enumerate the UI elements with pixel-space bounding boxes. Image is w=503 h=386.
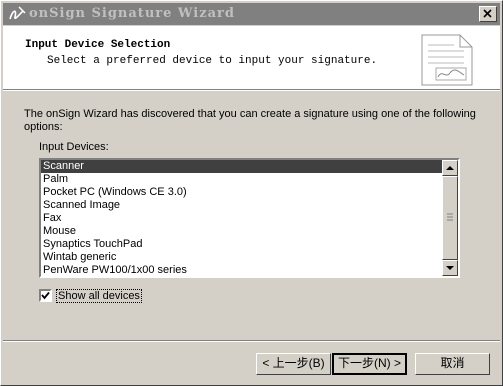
- header-divider: [3, 90, 500, 91]
- show-all-devices-checkbox[interactable]: [39, 289, 52, 302]
- wizard-window: onSign Signature Wizard Input Device Sel…: [0, 0, 503, 386]
- signature-pen-icon: [9, 6, 26, 20]
- show-all-devices-label[interactable]: Show all devices: [56, 289, 142, 303]
- close-icon: [483, 9, 492, 18]
- scroll-up-button[interactable]: [442, 160, 458, 176]
- grip-icon: [447, 213, 453, 221]
- window-title: onSign Signature Wizard: [29, 6, 235, 21]
- close-button[interactable]: [479, 6, 497, 22]
- device-list-item[interactable]: Wintab generic: [41, 251, 442, 264]
- listbox-scrollbar[interactable]: [442, 160, 458, 276]
- scroll-down-button[interactable]: [442, 260, 458, 276]
- device-list-item[interactable]: Synaptics TouchPad: [41, 238, 442, 251]
- scroll-thumb[interactable]: [442, 176, 458, 260]
- checkmark-icon: [41, 291, 50, 300]
- back-button[interactable]: < 上一步(B): [256, 353, 331, 375]
- scroll-up-icon: [446, 166, 454, 170]
- title-bar[interactable]: onSign Signature Wizard: [3, 3, 500, 25]
- cancel-button[interactable]: 取消: [415, 353, 490, 375]
- header-title: Input Device Selection: [25, 39, 171, 51]
- header-subtitle: Select a preferred device to input your …: [47, 55, 378, 67]
- input-devices-label: Input Devices:: [39, 141, 109, 153]
- device-list-item[interactable]: Pocket PC (Windows CE 3.0): [41, 186, 442, 199]
- next-button[interactable]: 下一步(N) >: [332, 353, 407, 375]
- input-devices-listbox[interactable]: Scanner Palm Pocket PC (Windows CE 3.0) Sca…: [39, 158, 460, 278]
- device-list-item[interactable]: PenWare PW100/1x00 series: [41, 264, 442, 276]
- footer-divider-highlight: [3, 341, 500, 342]
- device-list-item[interactable]: Mouse: [41, 225, 442, 238]
- device-list-item[interactable]: Fax: [41, 212, 442, 225]
- signed-document-icon: [421, 34, 473, 86]
- intro-text: The onSign Wizard has discovered that yo…: [24, 108, 476, 133]
- device-list-item[interactable]: Scanned Image: [41, 199, 442, 212]
- device-list-items: Scanner Palm Pocket PC (Windows CE 3.0) Sca…: [41, 160, 442, 276]
- wizard-header: Input Device Selection Select a preferre…: [3, 26, 500, 90]
- device-list-item[interactable]: Scanner: [41, 160, 442, 173]
- scroll-down-icon: [446, 266, 454, 270]
- device-list-item[interactable]: Palm: [41, 173, 442, 186]
